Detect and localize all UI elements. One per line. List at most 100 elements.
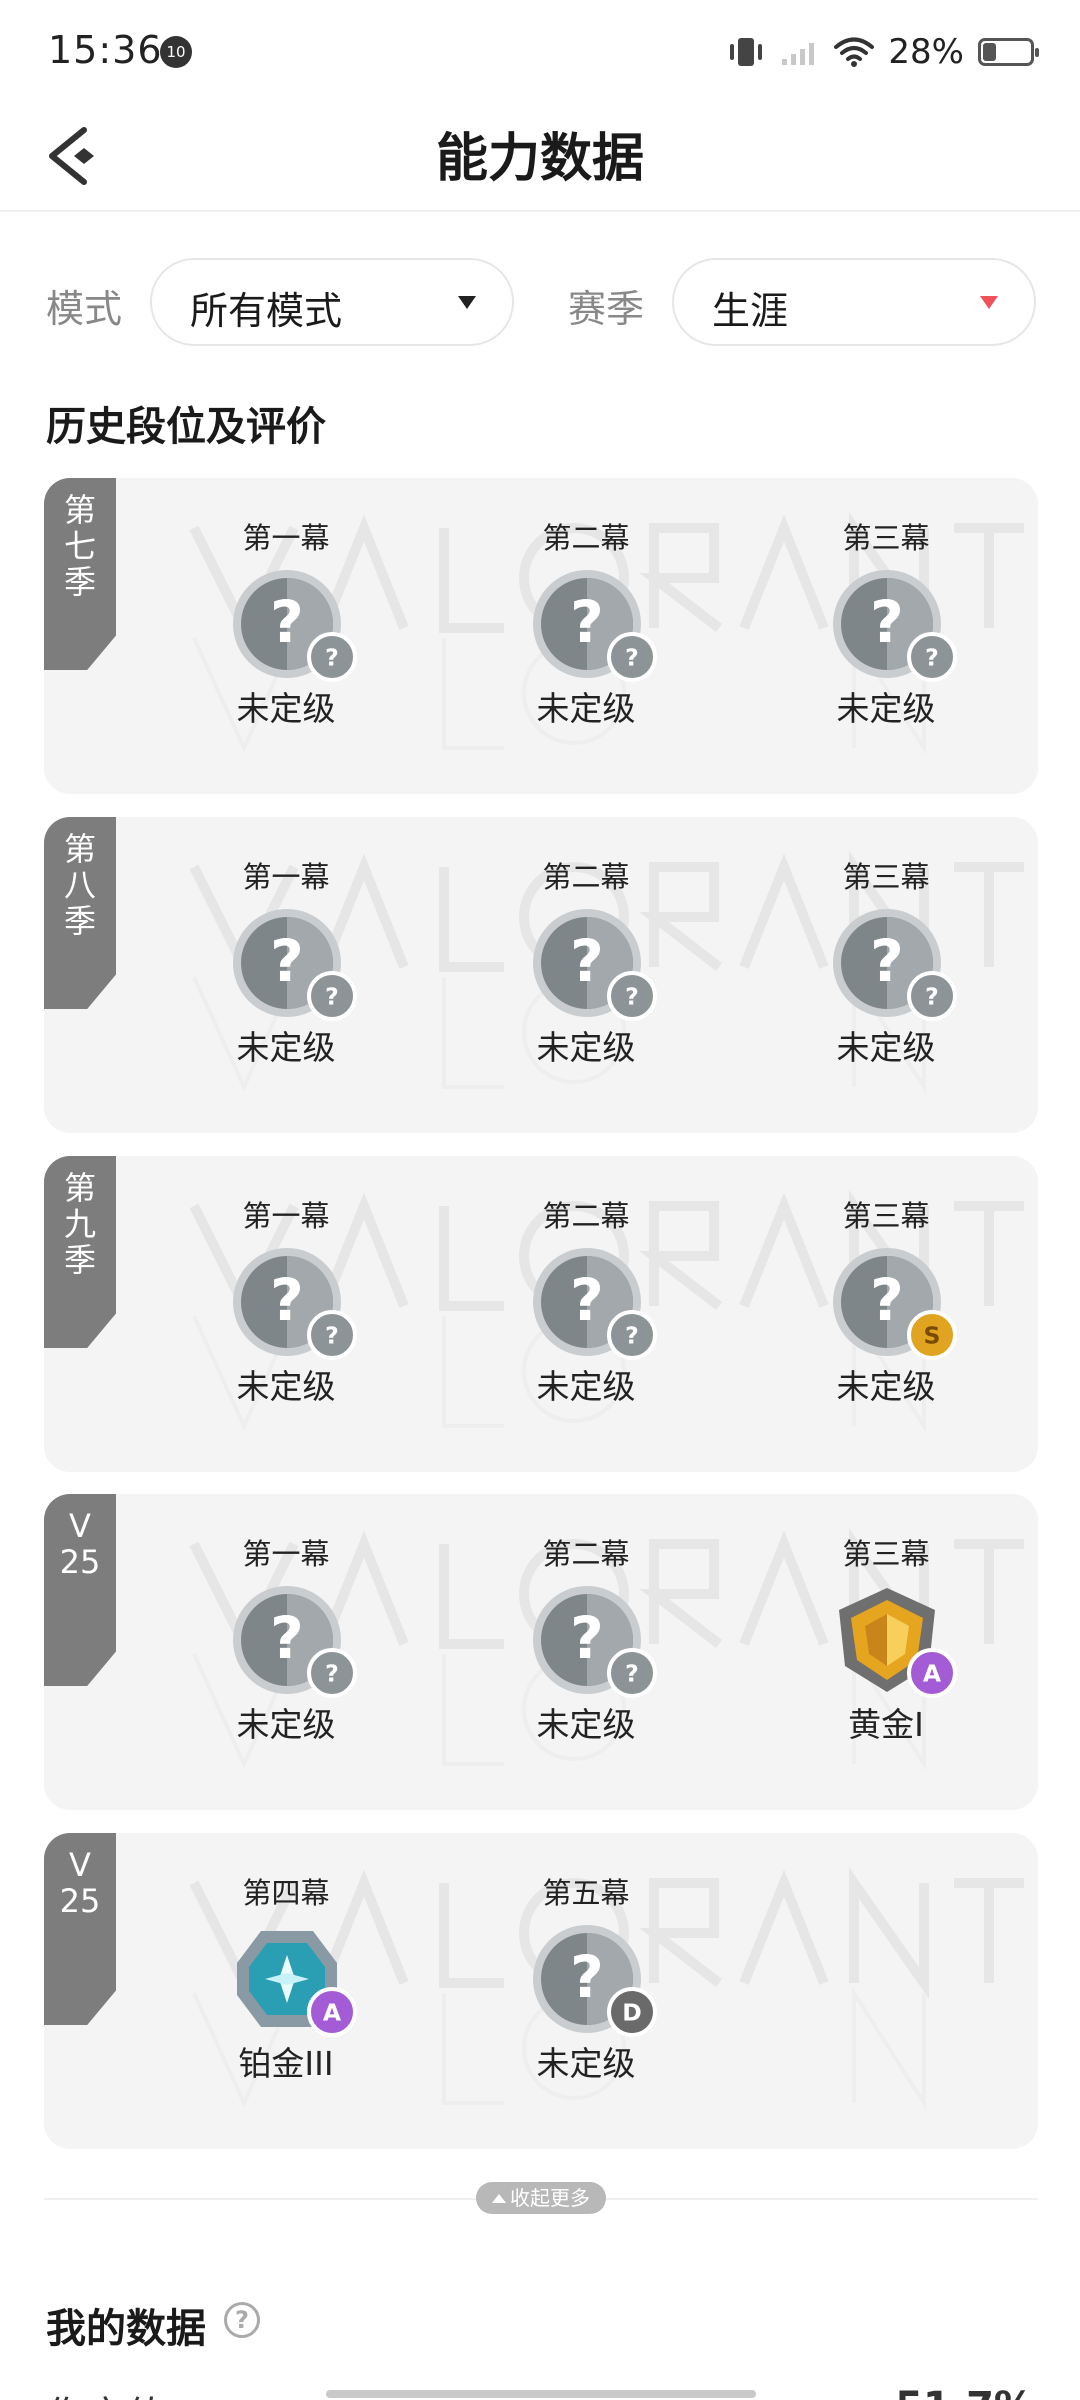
unranked-icon: ? S <box>821 1242 957 1362</box>
act-name: 第二幕 <box>542 860 630 894</box>
season-label: 赛季 <box>568 287 645 331</box>
battery-icon <box>978 38 1039 66</box>
svg-text:A: A <box>923 1659 942 1687</box>
act-name: 第四幕 <box>242 1876 330 1910</box>
history-section-title: 历史段位及评价 <box>46 404 326 450</box>
act-item[interactable]: 第三幕?? 未定级 <box>786 859 986 1069</box>
svg-text:?: ? <box>570 927 604 995</box>
unknown-grade-badge: ? <box>307 1310 357 1360</box>
a-grade-badge: A <box>307 1987 357 2037</box>
act-item[interactable]: 第一幕?? 未定级 <box>186 1536 386 1746</box>
platinum-rank-icon: A <box>221 1919 357 2039</box>
unknown-grade-badge: ? <box>607 1310 657 1360</box>
rank-label: 未定级 <box>836 1028 936 1067</box>
act-name: 第三幕 <box>842 860 930 894</box>
svg-text:?: ? <box>925 643 939 671</box>
act-item[interactable]: 第三幕?? 未定级 <box>786 520 986 730</box>
season-card: V 25 第四幕 A 铂金III 第五幕? D 未定级 <box>44 1833 1038 2149</box>
peek-stat-left: 伤害值 193 <box>46 2384 255 2400</box>
season-tab-label: V 25 <box>59 1846 101 1920</box>
season-tab-label: 第 七 季 <box>63 491 96 601</box>
battery-text: 28% <box>888 32 964 72</box>
unranked-icon: ?? <box>221 903 357 1023</box>
rank-label: 未定级 <box>236 1028 336 1067</box>
unranked-icon: ?? <box>221 1242 357 1362</box>
rank-label: 铂金III <box>238 2044 334 2083</box>
s-grade-badge: S <box>907 1310 957 1360</box>
rank-label: 未定级 <box>836 689 936 728</box>
act-name: 第五幕 <box>542 1876 630 1910</box>
a-grade-badge: A <box>907 1648 957 1698</box>
unranked-icon: ?? <box>821 903 957 1023</box>
peek-stat-right: 51.7% <box>895 2384 1034 2400</box>
season-tab: V 25 <box>44 1494 116 1686</box>
rank-label: 未定级 <box>236 689 336 728</box>
season-tab: 第 七 季 <box>44 478 116 670</box>
rank-label: 黄金I <box>848 1705 924 1744</box>
unknown-grade-badge: ? <box>307 971 357 1021</box>
unknown-grade-badge: ? <box>307 632 357 682</box>
svg-text:?: ? <box>270 1604 304 1672</box>
unknown-grade-badge: ? <box>607 1648 657 1698</box>
notification-badge: 10 <box>160 36 192 68</box>
act-name: 第三幕 <box>842 1537 930 1571</box>
collapse-more-button[interactable]: 收起更多 <box>476 2182 606 2214</box>
my-data-title: 我的数据 <box>46 2306 206 2352</box>
season-card: 第 九 季第一幕?? 未定级 第二幕?? 未定级 第三幕? S 未定级 <box>44 1156 1038 1472</box>
unranked-icon: ?? <box>521 1580 657 1700</box>
unknown-grade-badge: ? <box>307 1648 357 1698</box>
act-item[interactable]: 第二幕?? 未定级 <box>486 520 686 730</box>
act-item[interactable]: 第二幕?? 未定级 <box>486 1198 686 1408</box>
act-item[interactable]: 第五幕? D 未定级 <box>486 1875 686 2085</box>
page-title: 能力数据 <box>435 129 644 189</box>
mode-select[interactable]: 所有模式 <box>150 258 514 346</box>
svg-text:?: ? <box>925 982 939 1010</box>
season-tab: V 25 <box>44 1833 116 2025</box>
act-item[interactable]: 第一幕?? 未定级 <box>186 859 386 1069</box>
season-card: 第 八 季 第一幕?? 未定级 第二幕?? 未定级 第三幕?? 未定级 <box>44 817 1038 1133</box>
season-tab-label: 第 九 季 <box>63 1169 96 1279</box>
rank-label: 未定级 <box>836 1367 936 1406</box>
unknown-grade-badge: ? <box>907 971 957 1021</box>
season-tab-label: V 25 <box>59 1507 101 1581</box>
act-item[interactable]: 第一幕?? 未定级 <box>186 520 386 730</box>
status-bar: 15:36 10 28% <box>0 0 1080 100</box>
season-select[interactable]: 生涯 <box>672 258 1036 346</box>
unranked-icon: ? D <box>521 1919 657 2039</box>
help-icon[interactable]: ? <box>224 2302 260 2338</box>
act-item[interactable]: 第三幕 A 黄金I <box>786 1536 986 1746</box>
act-item[interactable]: 第四幕 A 铂金III <box>186 1875 386 2085</box>
unranked-icon: ?? <box>521 564 657 684</box>
status-time: 15:36 <box>48 28 163 72</box>
collapse-more-label: 收起更多 <box>510 2186 590 2210</box>
status-icons: 28% <box>726 30 1039 74</box>
page: { "status_bar": { "time": "15:36", "noti… <box>0 0 1080 2400</box>
svg-text:D: D <box>622 1998 642 2026</box>
svg-text:?: ? <box>270 588 304 656</box>
d-grade-badge: D <box>607 1987 657 2037</box>
battery-fill <box>983 43 996 61</box>
act-item[interactable]: 第三幕? S 未定级 <box>786 1198 986 1408</box>
act-item[interactable]: 第二幕?? 未定级 <box>486 1536 686 1746</box>
svg-text:A: A <box>323 1998 342 2026</box>
season-card: V 25 第一幕?? 未定级 第二幕?? 未定级 第三幕 A 黄金I <box>44 1494 1038 1810</box>
svg-text:?: ? <box>870 588 904 656</box>
rank-label: 未定级 <box>236 1705 336 1744</box>
act-name: 第一幕 <box>242 521 330 555</box>
act-item[interactable]: 第二幕?? 未定级 <box>486 859 686 1069</box>
act-name: 第二幕 <box>542 1199 630 1233</box>
unranked-icon: ?? <box>821 564 957 684</box>
rank-label: 未定级 <box>236 1367 336 1406</box>
svg-text:?: ? <box>325 1659 339 1687</box>
svg-text:?: ? <box>870 927 904 995</box>
unranked-icon: ?? <box>221 564 357 684</box>
unknown-grade-badge: ? <box>907 632 957 682</box>
unknown-grade-badge: ? <box>607 971 657 1021</box>
svg-text:?: ? <box>625 1659 639 1687</box>
signal-icon <box>782 43 815 65</box>
act-item[interactable]: 第一幕?? 未定级 <box>186 1198 386 1408</box>
svg-text:?: ? <box>325 982 339 1010</box>
home-indicator <box>326 2390 756 2398</box>
chevron-down-icon <box>458 296 476 309</box>
app-header: 能力数据 <box>0 100 1080 212</box>
